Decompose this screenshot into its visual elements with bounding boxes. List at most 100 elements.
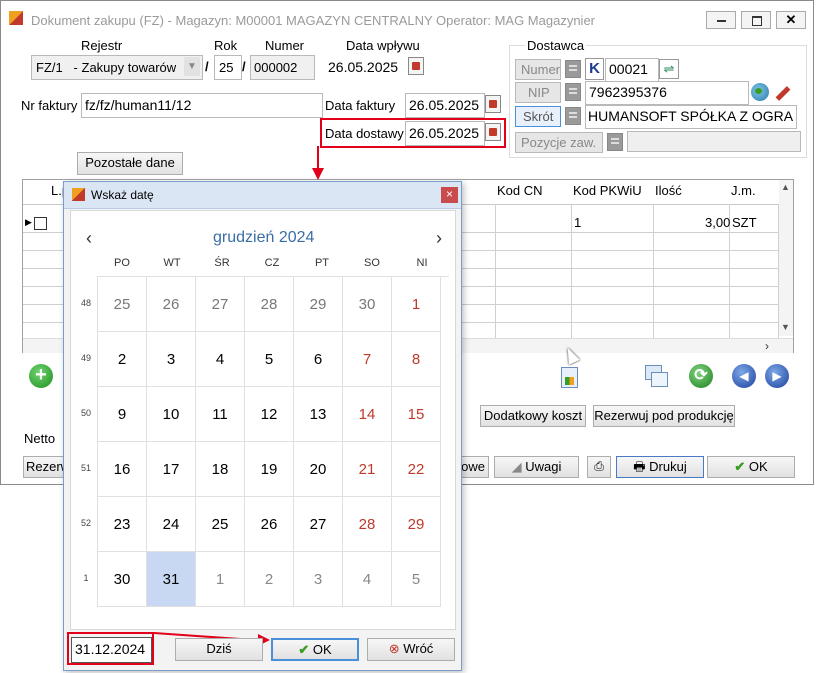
day-cell[interactable]: 13 [294, 387, 343, 442]
numer-lookup-icon[interactable] [565, 60, 581, 78]
month-title[interactable]: grudzień 2024 [213, 229, 314, 247]
day-cell[interactable]: 18 [196, 442, 245, 497]
dialog-close-button[interactable]: × [441, 187, 458, 203]
dostawca-numer-field[interactable]: 00021 [605, 58, 659, 82]
day-cell[interactable]: 3 [147, 332, 196, 387]
data-faktury-field[interactable]: 26.05.2025 [405, 93, 485, 118]
day-cell[interactable]: 17 [147, 442, 196, 497]
rejestr-select[interactable]: FZ/1 - Zakupy towarów ▼ [31, 55, 203, 80]
day-cell[interactable]: 28 [343, 497, 392, 552]
day-cell[interactable]: 24 [147, 497, 196, 552]
weekday-sr: ŚR [214, 257, 230, 269]
day-cell[interactable]: 26 [147, 277, 196, 332]
data-wplywu-calendar-icon[interactable] [408, 57, 424, 75]
day-cell[interactable]: 27 [196, 277, 245, 332]
globe-icon[interactable] [751, 83, 769, 101]
document-icon[interactable] [561, 367, 578, 388]
day-cell[interactable]: 22 [392, 442, 441, 497]
scroll-up-icon[interactable]: ▲ [781, 182, 790, 192]
day-cell[interactable]: 6 [294, 332, 343, 387]
drukuj-label: Drukuj [649, 459, 687, 474]
pozycje-field[interactable] [627, 131, 801, 152]
edit-pencil-icon[interactable] [773, 83, 793, 102]
uwagi-button[interactable]: ◢ Uwagi [494, 456, 579, 478]
day-cell[interactable]: 16 [98, 442, 147, 497]
day-cell[interactable]: 23 [98, 497, 147, 552]
pozostale-dane-button[interactable]: Pozostałe dane [77, 152, 183, 175]
data-faktury-calendar-icon[interactable] [485, 95, 501, 113]
day-cell[interactable]: 26 [245, 497, 294, 552]
dzis-button[interactable]: Dziś [175, 638, 263, 661]
slash-1: / [205, 59, 209, 74]
drukuj-button[interactable]: 🖶 Drukuj [616, 456, 704, 478]
nip-field[interactable]: 7962395376 [585, 81, 749, 105]
day-cell[interactable]: 1 [196, 552, 245, 607]
day-cell[interactable]: 2 [245, 552, 294, 607]
next-month-button[interactable]: › [436, 228, 442, 249]
dodatkowy-koszt-button[interactable]: Dodatkowy koszt [480, 405, 586, 427]
data-dostawy-field[interactable]: 26.05.2025 [405, 121, 485, 146]
link-icon[interactable]: ⇌ [659, 59, 679, 79]
numer-field[interactable]: 000002 [250, 55, 315, 80]
day-cell[interactable]: 9 [98, 387, 147, 442]
maximize-button[interactable] [741, 11, 771, 29]
day-cell[interactable]: 8 [392, 332, 441, 387]
pozycje-lookup-icon[interactable] [607, 133, 623, 151]
pozycje-zaw-button[interactable]: Pozycje zaw. [515, 132, 603, 153]
day-cell[interactable]: 20 [294, 442, 343, 497]
refresh-icon[interactable]: ⟳ [689, 364, 713, 388]
day-cell[interactable]: 28 [245, 277, 294, 332]
day-cell[interactable]: 12 [245, 387, 294, 442]
nip-lookup-icon[interactable] [565, 83, 581, 101]
rok-field[interactable]: 25 [214, 55, 242, 80]
numer-button[interactable]: Numer [515, 59, 561, 80]
day-cell[interactable]: 29 [392, 497, 441, 552]
skrot-field[interactable]: HUMANSOFT SPÓŁKA Z OGRA [585, 105, 797, 129]
print-settings-icon[interactable]: ⎙ [587, 456, 611, 478]
scroll-right-icon[interactable]: › [765, 339, 769, 353]
day-cell[interactable]: 5 [392, 552, 441, 607]
day-cell[interactable]: 2 [98, 332, 147, 387]
skrot-lookup-icon[interactable] [565, 107, 581, 125]
day-cell-selected[interactable]: 31 [147, 552, 196, 607]
day-cell[interactable]: 15 [392, 387, 441, 442]
day-cell[interactable]: 3 [294, 552, 343, 607]
nr-faktury-input[interactable]: fz/fz/human11/12 [81, 93, 323, 118]
day-cell[interactable]: 4 [343, 552, 392, 607]
rezerwuj-pod-produkcje-button[interactable]: Rezerwuj pod produkcję [593, 405, 735, 427]
next-icon[interactable]: ▶ [765, 364, 789, 388]
add-row-icon[interactable]: + [29, 364, 53, 388]
day-cell[interactable]: 25 [196, 497, 245, 552]
day-cell[interactable]: 7 [343, 332, 392, 387]
close-button[interactable]: ✕ [776, 11, 806, 29]
day-cell[interactable]: 19 [245, 442, 294, 497]
vertical-scrollbar[interactable]: ▲ ▼ [779, 180, 793, 336]
day-cell[interactable]: 29 [294, 277, 343, 332]
day-cell[interactable]: 5 [245, 332, 294, 387]
scroll-down-icon[interactable]: ▼ [781, 322, 790, 332]
day-cell[interactable]: 30 [98, 552, 147, 607]
day-cell[interactable]: 4 [196, 332, 245, 387]
wroc-button[interactable]: ⊗ Wróć [367, 638, 455, 661]
previous-icon[interactable]: ◀ [732, 364, 756, 388]
main-ok-button[interactable]: ✔ OK [707, 456, 795, 478]
row-checkbox[interactable] [34, 217, 47, 230]
day-cell[interactable]: 30 [343, 277, 392, 332]
selected-date-value: 31.12.2024 [75, 641, 146, 657]
day-cell[interactable]: 11 [196, 387, 245, 442]
day-cell[interactable]: 21 [343, 442, 392, 497]
selected-date-input[interactable]: 31.12.2024 [71, 637, 152, 663]
day-cell[interactable]: 27 [294, 497, 343, 552]
nip-button[interactable]: NIP [515, 82, 561, 103]
dodatkowy-koszt-label: Dodatkowy koszt [483, 408, 583, 423]
skrot-button[interactable]: Skrót [515, 106, 561, 127]
day-cell[interactable]: 25 [98, 277, 147, 332]
prev-month-button[interactable]: ‹ [86, 228, 92, 249]
data-dostawy-calendar-icon[interactable] [485, 123, 501, 141]
day-cell[interactable]: 10 [147, 387, 196, 442]
dialog-ok-button[interactable]: ✔ OK [271, 638, 359, 661]
minimize-button[interactable] [706, 11, 736, 29]
day-cell[interactable]: 14 [343, 387, 392, 442]
day-cell[interactable]: 1 [392, 277, 441, 332]
copy-windows-icon[interactable] [645, 365, 669, 389]
